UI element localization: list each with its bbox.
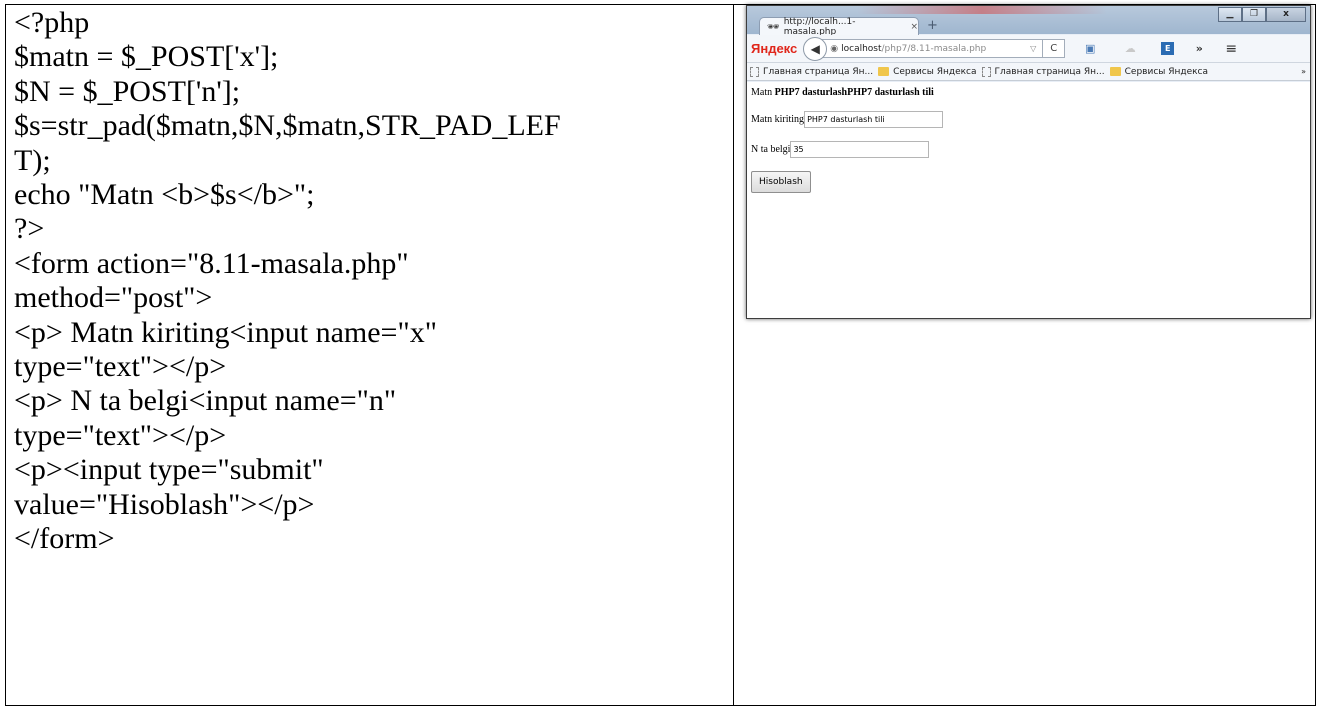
tab-title: http://localh...1-masala.php [783, 17, 856, 37]
incognito-icon: 🕶 [767, 21, 780, 33]
url-path: /php7/8.11-masala.php [881, 43, 987, 54]
code-line: type="text"></p> [14, 350, 227, 384]
reload-button[interactable]: C [1043, 39, 1066, 58]
code-line: <p> Matn kiriting<input name="x" [14, 315, 437, 349]
document-table: <?php $matn = $_POST['x']; $N = $_POST['… [5, 4, 1316, 706]
code-line: <?php [14, 6, 90, 39]
back-button[interactable]: ◀ [803, 36, 828, 61]
page-content: Matn PHP7 dasturlashPHP7 dasturlash tili… [747, 82, 1310, 318]
code-line: $s=str_pad($matn,$N,$matn,STR_PAD_LEF [14, 109, 561, 143]
output-prefix: Matn [751, 87, 775, 98]
n-label: N ta belgi [751, 144, 791, 155]
code-line: T); [14, 143, 51, 177]
code-line: <p><input type="submit" [14, 453, 324, 487]
code-line: <form action="8.11-masala.php" [14, 246, 409, 280]
hisoblash-button[interactable]: Hisoblash [751, 171, 811, 193]
code-line: $matn = $_POST['x']; [14, 40, 279, 74]
bookmark-label: Сервисы Яндекса [1124, 66, 1209, 77]
n-row: N ta belgi 35 [751, 141, 1306, 158]
matn-input[interactable]: PHP7 dasturlash tili [804, 111, 944, 128]
downloads-icon[interactable]: ▣ [1081, 42, 1099, 56]
maximize-button[interactable]: ❐ [1242, 7, 1266, 22]
browser-tab[interactable]: 🕶 http://localh...1-masala.php × [759, 17, 919, 37]
code-line: echo "Matn <b>$s</b>"; [14, 178, 315, 212]
reload-icon: C [1050, 43, 1058, 54]
close-window-button[interactable]: x [1266, 7, 1306, 22]
folder-icon [1109, 67, 1121, 76]
output-result: PHP7 dasturlashPHP7 dasturlash tili [774, 87, 934, 98]
code-line: <p> N ta belgi<input name="n" [14, 384, 397, 418]
bookmark-item[interactable]: Главная страница Ян... [750, 66, 874, 77]
overflow-chevron-icon[interactable]: » [1190, 42, 1208, 56]
code-line: value="Hisoblash"></p> [14, 487, 315, 521]
screenshot-cell: ▁ ❐ x 🕶 http://localh...1-masala.php × +… [734, 5, 1315, 705]
code-line: </form> [14, 522, 115, 556]
navigation-bar: Яндекс ◀ ◉ localhost/php7/8.11-masala.ph… [747, 35, 1310, 63]
globe-icon: ◉ [830, 43, 839, 54]
bookmark-label: Сервисы Яндекса [893, 66, 977, 77]
code-line: ?> [14, 212, 45, 246]
yandex-logo[interactable]: Яндекс [751, 41, 797, 56]
weather-icon[interactable]: ☁ [1121, 42, 1139, 56]
code-line: $N = $_POST['n']; [14, 74, 241, 108]
n-input[interactable]: 35 [790, 141, 930, 158]
bookmark-item[interactable]: Сервисы Яндекса [1109, 66, 1209, 77]
page-icon [981, 66, 991, 77]
bookmark-label: Главная страница Ян... [994, 66, 1105, 77]
window-controls: ▁ ❐ x [1218, 7, 1306, 22]
code-line: type="text"></p> [14, 418, 227, 452]
address-bar[interactable]: ◉ localhost/php7/8.11-masala.php ▽ [815, 39, 1044, 58]
tab-close-icon[interactable]: × [910, 22, 918, 32]
matn-label: Matn kiriting [751, 114, 805, 125]
dropdown-arrow-icon[interactable]: ▽ [1030, 44, 1036, 53]
bookmark-label: Главная страница Ян... [763, 66, 874, 77]
code-cell: <?php $matn = $_POST['x']; $N = $_POST['… [6, 5, 734, 705]
browser-window: ▁ ❐ x 🕶 http://localh...1-masala.php × +… [746, 5, 1311, 319]
new-tab-button[interactable]: + [927, 18, 938, 33]
matn-row: Matn kiriting PHP7 dasturlash tili [751, 111, 1306, 128]
arrow-left-icon: ◀ [810, 41, 820, 56]
page-icon [750, 66, 759, 77]
bookmarks-bar: Главная страница Ян... Сервисы Яндекса Г… [747, 63, 1310, 81]
bookmarks-overflow-icon[interactable]: » [1301, 67, 1306, 76]
bookmark-item[interactable]: Сервисы Яндекса [878, 66, 977, 77]
minimize-button[interactable]: ▁ [1218, 7, 1242, 22]
output-line: Matn PHP7 dasturlashPHP7 dasturlash tili [751, 87, 1306, 98]
code-line: method="post"> [14, 281, 213, 315]
extension-icon[interactable]: E [1161, 42, 1175, 55]
url-host: localhost [841, 43, 882, 54]
submit-row: Hisoblash [751, 171, 1306, 193]
bookmark-item[interactable]: Главная страница Ян... [981, 66, 1105, 77]
hamburger-menu-icon[interactable]: ≡ [1222, 42, 1240, 56]
folder-icon [878, 67, 890, 76]
